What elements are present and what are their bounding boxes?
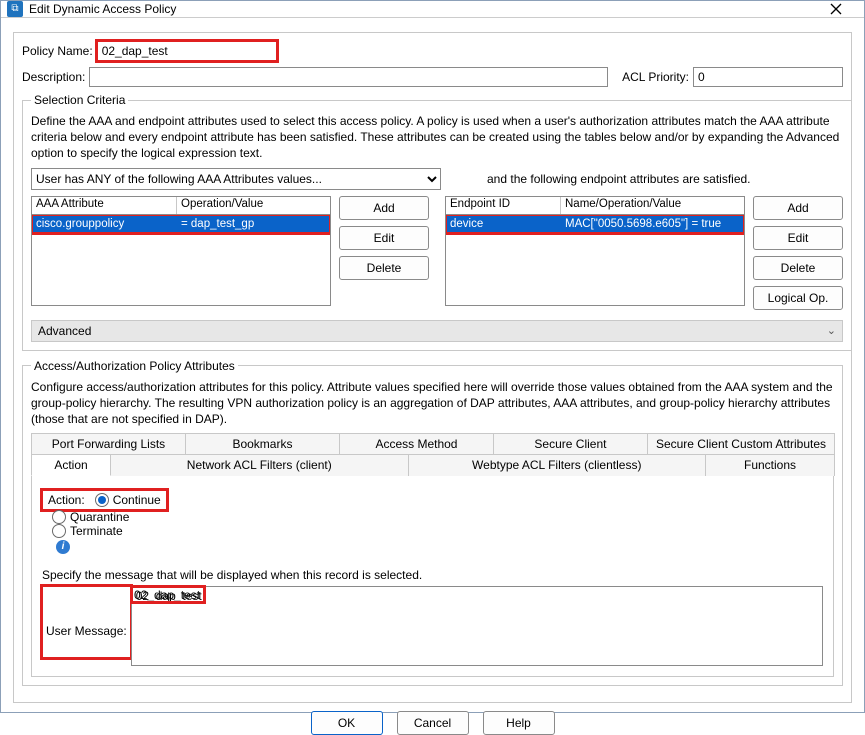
app-icon: ⧉ (7, 1, 23, 17)
close-icon (830, 3, 842, 15)
selection-criteria-description: Define the AAA and endpoint attributes u… (31, 113, 843, 162)
description-label: Description: (22, 70, 85, 84)
selection-criteria-group: Selection Criteria Define the AAA and en… (22, 93, 852, 351)
tab-action[interactable]: Action (31, 454, 111, 476)
radio-terminate-label: Terminate (70, 524, 123, 538)
access-auth-legend: Access/Authorization Policy Attributes (31, 359, 238, 373)
endpoint-cell-id: device (446, 217, 561, 231)
window-title: Edit Dynamic Access Policy (29, 2, 176, 16)
endpoint-add-button[interactable]: Add (753, 196, 843, 220)
title-bar: ⧉ Edit Dynamic Access Policy (1, 1, 864, 18)
action-label: Action: (48, 493, 85, 507)
aaa-attribute-table[interactable]: AAA Attribute Operation/Value cisco.grou… (31, 196, 331, 306)
endpoint-table-header: Endpoint ID Name/Operation/Value (446, 197, 744, 215)
endpoint-attribute-table[interactable]: Endpoint ID Name/Operation/Value device … (445, 196, 745, 306)
cancel-button[interactable]: Cancel (397, 711, 469, 735)
close-button[interactable] (814, 1, 858, 17)
match-mode-select[interactable]: User has ANY of the following AAA Attrib… (31, 168, 441, 190)
aaa-button-column: Add Edit Delete (339, 196, 429, 310)
endpoint-button-column: Add Edit Delete Logical Op. (753, 196, 843, 310)
endpoint-col-id: Endpoint ID (446, 197, 561, 214)
chevron-down-icon: ⌄ (827, 324, 836, 337)
inner-frame: Policy Name: Description: ACL Priority: … (13, 32, 852, 703)
endpoint-satisfied-label: and the following endpoint attributes ar… (487, 172, 751, 186)
endpoint-table-block: Endpoint ID Name/Operation/Value device … (445, 196, 843, 310)
endpoint-cell-val: MAC["0050.5698.e605"] = true (561, 217, 744, 231)
tab-network-acl[interactable]: Network ACL Filters (client) (110, 454, 409, 476)
info-icon[interactable]: i (56, 540, 70, 554)
policy-name-input[interactable] (97, 41, 277, 61)
access-auth-description: Configure access/authorization attribute… (31, 379, 834, 428)
aaa-col-attribute: AAA Attribute (32, 197, 177, 214)
match-mode-row: User has ANY of the following AAA Attrib… (31, 168, 843, 190)
aaa-table-block: AAA Attribute Operation/Value cisco.grou… (31, 196, 429, 310)
radio-dot-icon (52, 510, 66, 524)
tables-row: AAA Attribute Operation/Value cisco.grou… (31, 196, 843, 310)
endpoint-table-row[interactable]: device MAC["0050.5698.e605"] = true (446, 215, 744, 233)
radio-continue-label: Continue (113, 493, 161, 507)
policy-name-row: Policy Name: (22, 41, 843, 61)
user-message-textarea[interactable] (131, 586, 823, 666)
radio-dot-icon (52, 524, 66, 538)
acl-priority-input[interactable] (693, 67, 843, 87)
tab-port-forwarding[interactable]: Port Forwarding Lists (31, 433, 186, 454)
aaa-table-header: AAA Attribute Operation/Value (32, 197, 330, 215)
access-auth-group: Access/Authorization Policy Attributes C… (22, 359, 843, 686)
radio-dot-icon (95, 493, 109, 507)
selection-criteria-legend: Selection Criteria (31, 93, 128, 107)
aaa-cell-op: = dap_test_gp (177, 217, 330, 231)
aaa-col-operation: Operation/Value (177, 197, 330, 214)
aaa-table-row[interactable]: cisco.grouppolicy = dap_test_gp (32, 215, 330, 233)
dialog-footer: OK Cancel Help (1, 711, 864, 735)
policy-name-label: Policy Name: (22, 44, 93, 58)
dialog-window: ⧉ Edit Dynamic Access Policy Policy Name… (0, 0, 865, 713)
description-row: Description: ACL Priority: (22, 67, 843, 87)
radio-quarantine-label: Quarantine (70, 510, 129, 524)
aaa-cell-attr: cisco.grouppolicy (32, 217, 177, 231)
dialog-body: Policy Name: Description: ACL Priority: … (1, 18, 864, 711)
action-tab-panel: Action: Continue Quarantine Terminate (31, 475, 834, 677)
tab-secure-client-custom[interactable]: Secure Client Custom Attributes (647, 433, 835, 454)
radio-quarantine[interactable]: Quarantine (52, 510, 823, 524)
user-message-row: User Message: 02_dap_test (42, 586, 823, 666)
advanced-toggle[interactable]: Advanced ⌄ (31, 320, 843, 342)
advanced-label: Advanced (38, 324, 91, 338)
subtab-row1: Port Forwarding Lists Bookmarks Access M… (31, 433, 834, 454)
aaa-edit-button[interactable]: Edit (339, 226, 429, 250)
tab-secure-client[interactable]: Secure Client (493, 433, 648, 454)
radio-terminate[interactable]: Terminate (52, 524, 823, 538)
action-radio-group: Action: Continue (42, 490, 167, 510)
aaa-add-button[interactable]: Add (339, 196, 429, 220)
description-input[interactable] (89, 67, 608, 87)
ok-button[interactable]: OK (311, 711, 383, 735)
endpoint-delete-button[interactable]: Delete (753, 256, 843, 280)
help-button[interactable]: Help (483, 711, 555, 735)
tab-access-method[interactable]: Access Method (339, 433, 494, 454)
endpoint-edit-button[interactable]: Edit (753, 226, 843, 250)
user-message-label: User Message: (42, 586, 131, 658)
user-message-intro: Specify the message that will be display… (42, 568, 823, 582)
endpoint-logical-op-button[interactable]: Logical Op. (753, 286, 843, 310)
endpoint-col-value: Name/Operation/Value (561, 197, 744, 214)
aaa-delete-button[interactable]: Delete (339, 256, 429, 280)
tab-bookmarks[interactable]: Bookmarks (185, 433, 340, 454)
acl-priority-label: ACL Priority: (622, 70, 689, 84)
tab-functions[interactable]: Functions (705, 454, 835, 476)
radio-continue[interactable]: Continue (95, 493, 161, 507)
subtab-row2: Action Network ACL Filters (client) Webt… (31, 454, 834, 476)
tab-webtype-acl[interactable]: Webtype ACL Filters (clientless) (408, 454, 707, 476)
